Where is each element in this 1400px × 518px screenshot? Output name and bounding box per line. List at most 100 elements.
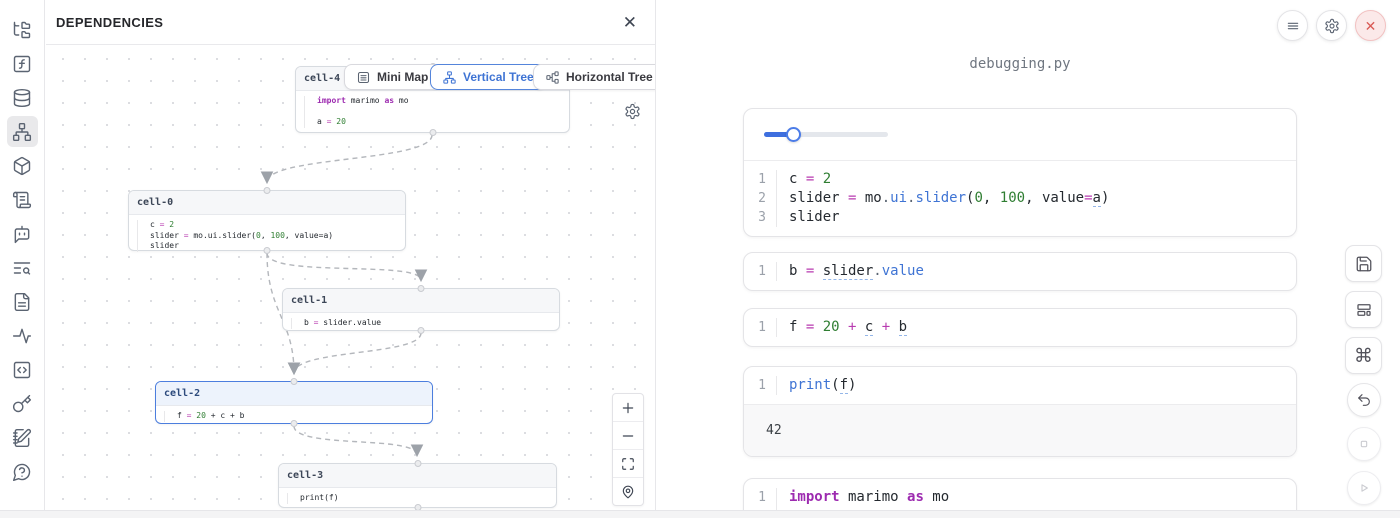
cell-output-value: 42 [744, 404, 1296, 456]
gear-icon [624, 103, 641, 120]
key-icon [12, 394, 32, 414]
minimap-view-button[interactable]: Mini Map [344, 64, 440, 90]
undo-button[interactable] [1347, 383, 1381, 417]
notebook-top-controls: ✕ [1277, 10, 1386, 41]
bot-chat-icon [12, 224, 32, 244]
graph-node-code: b = slider.value [283, 313, 559, 334]
notebook-pen-icon [12, 428, 32, 448]
notebook-cell-f[interactable]: 1f = 20 + c + b [743, 308, 1297, 347]
code-editor[interactable]: 1print(f) [744, 367, 1296, 404]
undo-icon [1356, 392, 1372, 408]
graph-node-cell-1[interactable]: cell-1 b = slider.value [282, 288, 560, 331]
sidebar-item-help[interactable] [7, 456, 38, 487]
code-line [304, 107, 322, 118]
code-line: a = 20 [304, 117, 346, 128]
database-icon [12, 88, 32, 108]
sidebar-item-snippets[interactable] [7, 354, 38, 385]
locate-node-button[interactable] [613, 478, 643, 505]
dependency-graph-canvas[interactable]: cell-4 import marimo as mo a = 20 cell-0… [46, 46, 655, 518]
sidebar-item-tracing[interactable] [7, 320, 38, 351]
graph-node-cell-0[interactable]: cell-0 c = 2slider = mo.ui.slider(0, 100… [128, 190, 406, 251]
fullscreen-icon [621, 457, 635, 471]
sidebar-item-packages[interactable] [7, 150, 38, 181]
menu-icon [1285, 18, 1301, 34]
line-number: 1 [744, 170, 776, 189]
notebook-cell-b[interactable]: 1b = slider.value [743, 252, 1297, 291]
graph-node-code: import marimo as mo a = 20 [296, 91, 569, 133]
code-line: import marimo as mo [776, 488, 949, 507]
file-text-icon [12, 292, 32, 312]
sidebar-item-logs[interactable] [7, 184, 38, 215]
edge-cell1-cell2 [294, 333, 421, 373]
sidebar-item-search[interactable] [7, 252, 38, 283]
line-number: 3 [744, 208, 776, 227]
run-button[interactable] [1347, 471, 1381, 505]
horizontal-tree-view-button[interactable]: Horizontal Tree [533, 64, 655, 90]
graph-node-code: c = 2slider = mo.ui.slider(0, 100, value… [129, 215, 405, 257]
menu-button[interactable] [1277, 10, 1308, 41]
code-editor[interactable]: 1f = 20 + c + b [744, 309, 1296, 346]
plus-icon [621, 401, 635, 415]
code-line: b = slider.value [776, 262, 924, 281]
code-line: print(f) [776, 376, 856, 395]
stop-icon [1356, 436, 1372, 452]
dependencies-panel-header: DEPENDENCIES ✕ [46, 0, 655, 45]
notebook-area: debugging.py 1c = 22slider = mo.ui.slide… [657, 0, 1400, 518]
vertical-tree-view-button[interactable]: Vertical Tree [430, 64, 546, 90]
slider-widget[interactable] [764, 127, 888, 142]
code-line: f = 20 + c + b [164, 411, 244, 422]
sidebar-item-variables[interactable] [7, 48, 38, 79]
code-line: print(f) [287, 493, 339, 504]
sidebar-item-documentation[interactable] [7, 286, 38, 317]
graph-node-cell-3[interactable]: cell-3 print(f) [278, 463, 557, 508]
square-function-icon [12, 54, 32, 74]
sidebar-item-ai-chat[interactable] [7, 218, 38, 249]
shutdown-button[interactable]: ✕ [1355, 10, 1386, 41]
cell-output-area [744, 109, 1296, 161]
code-line: c = 2 [137, 220, 174, 231]
graph-node-code: print(f) [279, 488, 556, 509]
save-icon [1355, 255, 1373, 273]
vertical-tree-icon [442, 70, 457, 85]
minimap-icon [356, 70, 371, 85]
line-number: 1 [744, 488, 776, 507]
graph-settings-button[interactable] [624, 103, 641, 120]
stop-button[interactable] [1347, 427, 1381, 461]
minimap-label: Mini Map [377, 70, 428, 84]
activity-pulse-icon [12, 326, 32, 346]
notebook-cell-slider[interactable]: 1c = 22slider = mo.ui.slider(0, 100, val… [743, 108, 1297, 237]
line-number: 1 [744, 318, 776, 337]
sidebar-item-datasources[interactable] [7, 82, 38, 113]
settings-button[interactable] [1316, 10, 1347, 41]
zoom-in-button[interactable] [613, 394, 643, 422]
helper-sidebar [0, 0, 45, 518]
zoom-out-button[interactable] [613, 422, 643, 450]
shutdown-x-icon: ✕ [1365, 19, 1377, 33]
graph-node-cell-2-selected[interactable]: cell-2 f = 20 + c + b [155, 381, 433, 424]
layout-select-button[interactable] [1345, 291, 1382, 328]
command-icon: ⌘ [1354, 345, 1373, 367]
notebook-filename[interactable]: debugging.py [743, 56, 1297, 72]
sidebar-item-secrets[interactable] [7, 388, 38, 419]
sidebar-item-dependencies[interactable] [7, 116, 38, 147]
slider-knob[interactable] [786, 127, 801, 142]
package-box-icon [12, 156, 32, 176]
code-line: c = 2 [776, 170, 831, 189]
sidebar-item-file-explorer[interactable] [7, 14, 38, 45]
text-search-icon [12, 258, 32, 278]
help-bubble-icon [12, 462, 32, 482]
sidebar-item-scratchpad[interactable] [7, 422, 38, 453]
notebook-cell-print[interactable]: 1print(f) 42 [743, 366, 1297, 457]
fit-view-button[interactable] [613, 450, 643, 478]
horizontal-tree-icon [545, 70, 560, 85]
code-editor[interactable]: 1b = slider.value [744, 253, 1296, 290]
marimo-app: DEPENDENCIES ✕ [0, 0, 1400, 518]
panel-close-icon[interactable]: ✕ [623, 14, 637, 31]
line-number: 1 [744, 262, 776, 281]
code-editor[interactable]: 1c = 22slider = mo.ui.slider(0, 100, val… [744, 161, 1296, 236]
save-button[interactable] [1345, 245, 1382, 282]
play-icon [1356, 480, 1372, 496]
dependency-graph-icon [12, 122, 32, 142]
command-palette-button[interactable]: ⌘ [1345, 337, 1382, 374]
layout-icon [1355, 301, 1373, 319]
